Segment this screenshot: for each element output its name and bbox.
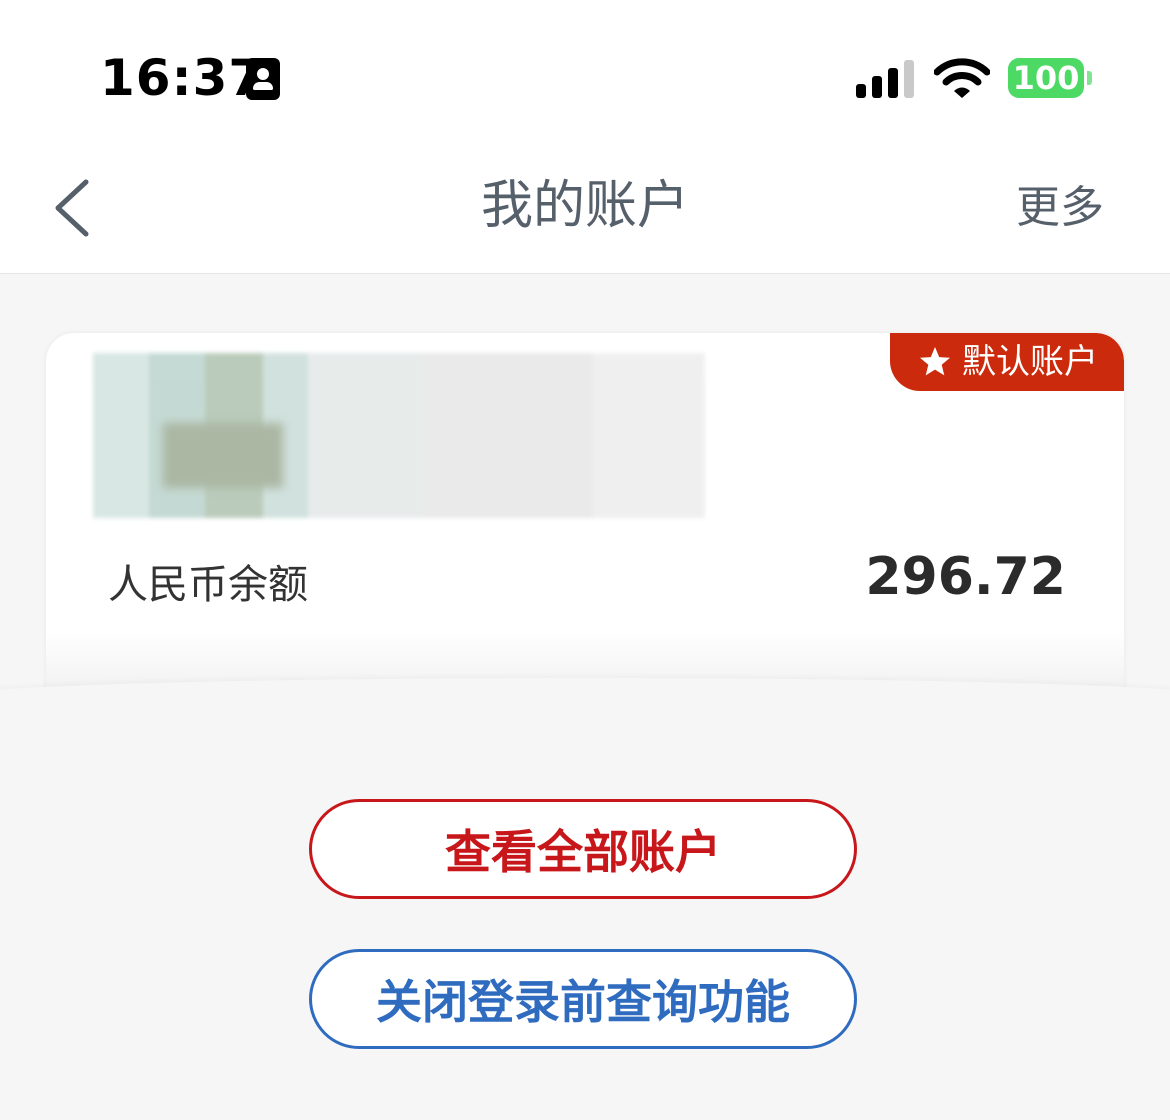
account-card[interactable]: 默认账户 人民币余额 296.72 [46,333,1124,694]
status-bar: 16:37 100 [0,0,1170,140]
back-button[interactable] [40,170,110,244]
more-button[interactable]: 更多 [1016,176,1104,240]
default-account-label: 默认账户 [962,342,1098,382]
battery-cap [1087,71,1092,85]
id-badge-icon [246,58,280,100]
page-title: 我的账户 [480,176,689,236]
wifi-icon [934,58,990,98]
close-prelogin-query-button[interactable]: 关闭登录前查询功能 [309,949,857,1049]
default-account-badge: 默认账户 [890,333,1124,391]
card-area: 默认账户 人民币余额 296.72 [0,274,1170,694]
status-time: 16:37 [100,49,265,107]
signal-icon [856,58,916,98]
balance-value: 296.72 [865,547,1066,607]
star-icon [920,347,950,376]
chevron-left-icon [55,179,89,237]
nav-bar: 我的账户 更多 [0,140,1170,274]
balance-label: 人民币余额 [108,562,308,608]
battery-icon: 100 [1008,58,1084,98]
masked-account-name [93,353,705,518]
view-all-accounts-button[interactable]: 查看全部账户 [309,799,857,899]
